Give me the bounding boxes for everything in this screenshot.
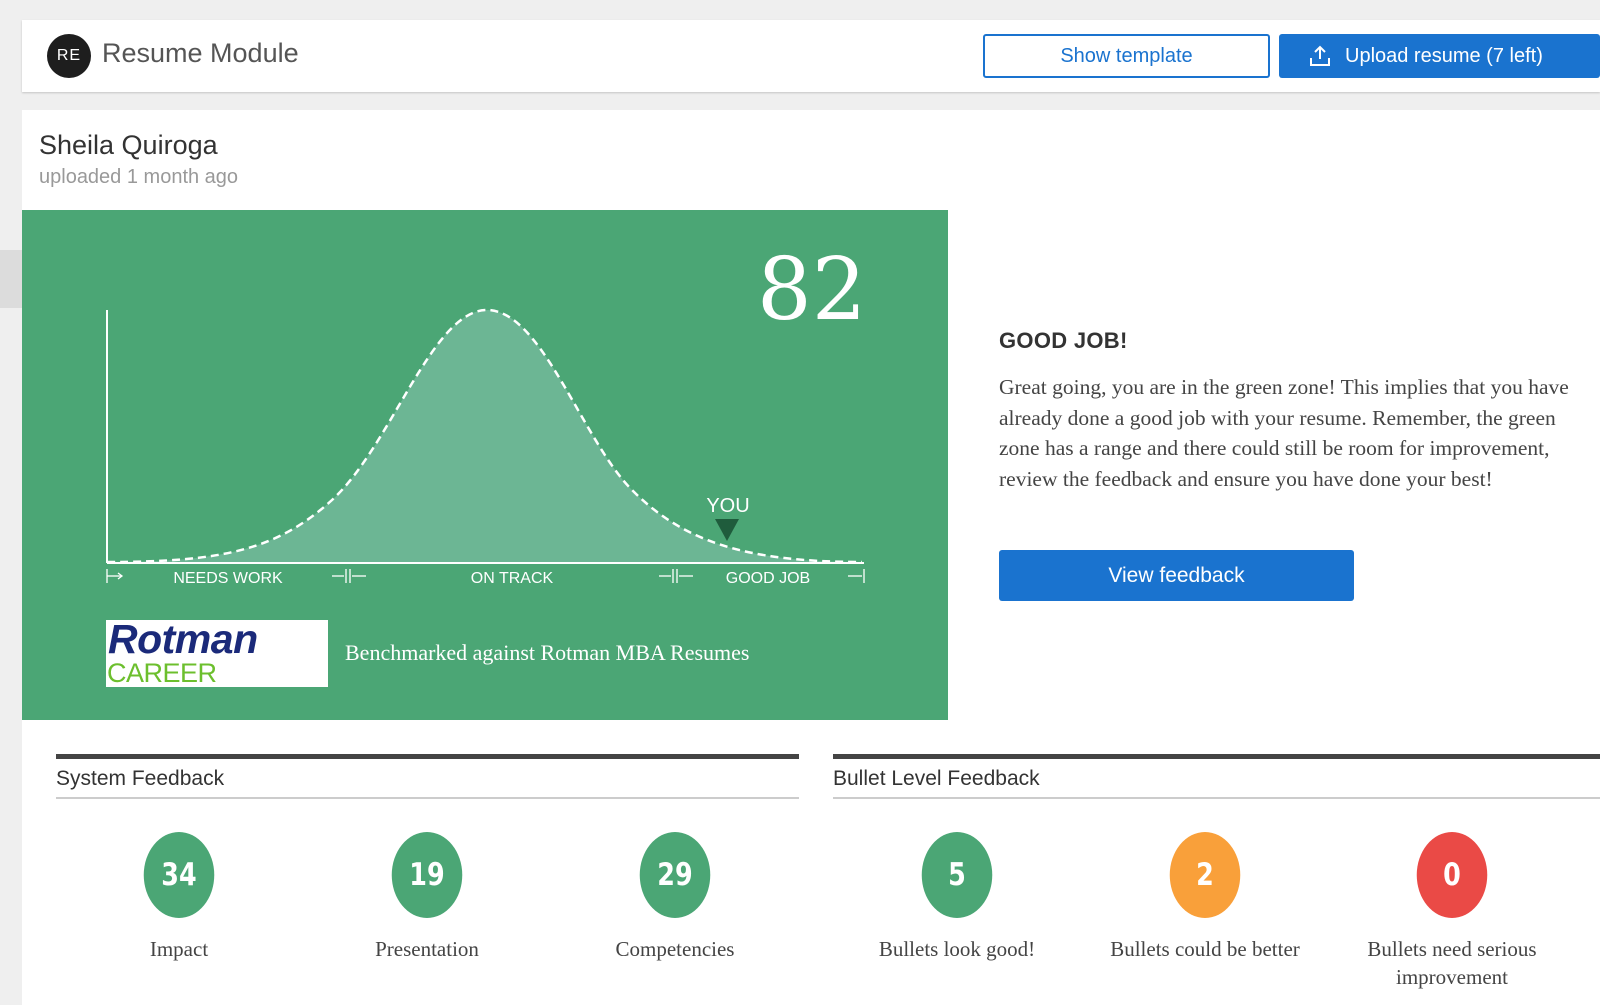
top-bar: RE Resume Module Show template Upload re… <box>22 20 1600 92</box>
show-template-button[interactable]: Show template <box>983 34 1270 78</box>
metric-label: Bullets need serious improvement <box>1367 937 1537 989</box>
avatar[interactable]: RE <box>47 34 91 78</box>
you-label: YOU <box>706 495 749 517</box>
rotman-logo-top: Rotman <box>108 620 258 662</box>
metric-value: 2 <box>1169 832 1241 918</box>
summary-title: GOOD JOB! <box>999 328 1128 353</box>
zone-label-needs-work: NEEDS WORK <box>173 570 283 587</box>
bullet-feedback-section: Bullet Level Feedback <box>833 754 1600 799</box>
metric-label: Bullets look good! <box>878 937 1036 961</box>
system-feedback-title: System Feedback <box>56 759 799 799</box>
side-tab[interactable] <box>0 250 22 308</box>
metric-bullets-better[interactable]: 2 Bullets could be better <box>1090 832 1320 963</box>
metric-bullets-good[interactable]: 5 Bullets look good! <box>842 832 1072 963</box>
zone-label-good-job: GOOD JOB <box>726 570 810 587</box>
view-feedback-button[interactable]: View feedback <box>999 550 1354 601</box>
metric-impact[interactable]: 34 Impact <box>64 832 294 963</box>
upload-resume-label: Upload resume (7 left) <box>1345 44 1543 67</box>
summary-text: Great going, you are in the green zone! … <box>999 375 1569 491</box>
system-feedback-section: System Feedback <box>56 754 799 799</box>
metric-label: Competencies <box>615 937 735 961</box>
app-title: Resume Module <box>102 38 299 68</box>
metric-value: 0 <box>1416 832 1488 918</box>
metric-value: 19 <box>391 832 463 918</box>
rotman-logo-bottom: CAREER CENTRE <box>107 658 217 687</box>
you-marker-icon <box>715 519 739 541</box>
benchmark-text: Benchmarked against Rotman MBA Resumes <box>345 640 750 665</box>
metric-value: 5 <box>921 832 993 918</box>
bullet-feedback-title: Bullet Level Feedback <box>833 759 1600 799</box>
metric-label: Impact <box>149 937 209 961</box>
metric-bullets-improve[interactable]: 0 Bullets need serious improvement <box>1337 832 1567 991</box>
resume-owner-name: Sheila Quiroga <box>39 130 218 160</box>
metric-value: 34 <box>143 832 215 918</box>
upload-resume-button[interactable]: Upload resume (7 left) <box>1279 34 1600 78</box>
score-panel: YOU NEEDS WORK ON TRACK GOOD JOB 82 Rotm… <box>22 210 948 720</box>
zone-label-on-track: ON TRACK <box>471 570 554 587</box>
distribution-area <box>107 310 862 562</box>
metric-label: Bullets could be better <box>1110 937 1300 961</box>
resume-score: 82 <box>757 240 867 340</box>
metric-presentation[interactable]: 19 Presentation <box>312 832 542 963</box>
resume-card: Sheila Quiroga uploaded 1 month ago YOU <box>22 110 1600 1005</box>
metric-value: 29 <box>639 832 711 918</box>
upload-time: uploaded 1 month ago <box>39 166 239 188</box>
rotman-logo: Rotman CAREER CENTRE <box>106 620 328 687</box>
metric-competencies[interactable]: 29 Competencies <box>560 832 790 963</box>
upload-icon <box>1310 45 1330 66</box>
metric-label: Presentation <box>375 937 479 961</box>
